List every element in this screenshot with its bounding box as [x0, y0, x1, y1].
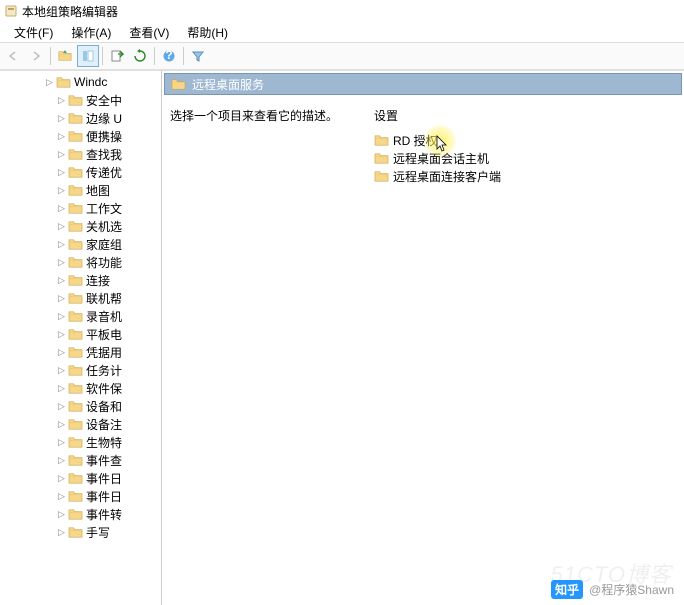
toolbar: ? [0, 42, 684, 70]
svg-text:?: ? [165, 49, 172, 62]
tree-node[interactable]: ▷事件转 [0, 505, 161, 523]
settings-item[interactable]: 远程桌面会话主机 [374, 150, 680, 167]
folder-icon [68, 130, 83, 143]
menubar: 文件(F) 操作(A) 查看(V) 帮助(H) [0, 22, 684, 42]
cursor-icon [436, 135, 450, 153]
tree-node[interactable]: ▷事件查 [0, 451, 161, 469]
settings-item[interactable]: 远程桌面连接客户端 [374, 168, 680, 185]
content-header: 远程桌面服务 [164, 73, 682, 95]
folder-icon [68, 526, 83, 539]
folder-icon [68, 274, 83, 287]
folder-icon [68, 382, 83, 395]
tree-node[interactable]: ▷平板电 [0, 325, 161, 343]
tree-node[interactable]: ▷设备注 [0, 415, 161, 433]
content-panel: 远程桌面服务 选择一个项目来查看它的描述。 设置 RD 授权远程桌面会话主机远程… [162, 71, 684, 605]
app-icon [4, 4, 18, 18]
folder-icon [68, 256, 83, 269]
tree-node[interactable]: ▷设备和 [0, 397, 161, 415]
folder-icon [68, 436, 83, 449]
tree-node[interactable]: ▷安全中 [0, 91, 161, 109]
tree-node[interactable]: ▷事件日 [0, 469, 161, 487]
tree-node[interactable]: ▷关机选 [0, 217, 161, 235]
description-text: 选择一个项目来查看它的描述。 [170, 107, 362, 124]
folder-icon [374, 170, 389, 183]
tree-panel[interactable]: ▷Windc ▷安全中▷边缘 U▷便携操▷查找我▷传递优▷地图▷工作文▷关机选▷… [0, 71, 162, 605]
menu-help[interactable]: 帮助(H) [179, 22, 236, 43]
tree-node[interactable]: ▷工作文 [0, 199, 161, 217]
tree-node[interactable]: ▷录音机 [0, 307, 161, 325]
author-name: @程序猿Shawn [589, 581, 674, 598]
tree-node[interactable]: ▷查找我 [0, 145, 161, 163]
folder-icon [68, 166, 83, 179]
folder-icon [68, 472, 83, 485]
folder-icon [68, 346, 83, 359]
folder-icon [68, 238, 83, 251]
folder-icon [374, 134, 389, 147]
settings-pane: 设置 RD 授权远程桌面会话主机远程桌面连接客户端 51CTO博客 [370, 97, 684, 605]
folder-icon [68, 328, 83, 341]
settings-item[interactable]: RD 授权 [374, 132, 680, 149]
folder-icon [68, 310, 83, 323]
tree-node[interactable]: ▷任务计 [0, 361, 161, 379]
settings-title: 设置 [374, 107, 680, 124]
tree-node[interactable]: ▷便携操 [0, 127, 161, 145]
tree-node[interactable]: ▷将功能 [0, 253, 161, 271]
tree-node[interactable]: ▷Windc [0, 73, 161, 91]
export-button[interactable] [106, 45, 128, 67]
folder-icon [68, 400, 83, 413]
tree-node[interactable]: ▷事件日 [0, 487, 161, 505]
menu-action[interactable]: 操作(A) [63, 22, 119, 43]
tree-node[interactable]: ▷边缘 U [0, 109, 161, 127]
folder-icon [68, 364, 83, 377]
tree-node[interactable]: ▷手写 [0, 523, 161, 541]
folder-icon [68, 202, 83, 215]
tree-node[interactable]: ▷软件保 [0, 379, 161, 397]
nav-back-button [2, 45, 24, 67]
folder-icon [56, 76, 71, 89]
titlebar: 本地组策略编辑器 [0, 0, 684, 22]
folder-icon [374, 152, 389, 165]
folder-icon [68, 220, 83, 233]
tree-node[interactable]: ▷地图 [0, 181, 161, 199]
description-pane: 选择一个项目来查看它的描述。 [162, 97, 370, 605]
up-button[interactable] [54, 45, 76, 67]
filter-button[interactable] [187, 45, 209, 67]
folder-icon [68, 184, 83, 197]
folder-icon [68, 418, 83, 431]
source-footer: 知乎 @程序猿Shawn [551, 580, 674, 599]
folder-icon [68, 454, 83, 467]
tree-node[interactable]: ▷连接 [0, 271, 161, 289]
folder-icon [68, 490, 83, 503]
menu-file[interactable]: 文件(F) [6, 22, 61, 43]
refresh-button[interactable] [129, 45, 151, 67]
folder-icon [68, 508, 83, 521]
folder-icon [68, 94, 83, 107]
folder-icon [68, 112, 83, 125]
help-button[interactable]: ? [158, 45, 180, 67]
header-title: 远程桌面服务 [192, 76, 264, 93]
folder-icon [171, 78, 186, 91]
folder-icon [68, 148, 83, 161]
show-hide-button[interactable] [77, 45, 99, 67]
tree-node[interactable]: ▷传递优 [0, 163, 161, 181]
menu-view[interactable]: 查看(V) [121, 22, 177, 43]
tree-node[interactable]: ▷联机帮 [0, 289, 161, 307]
tree-node[interactable]: ▷生物特 [0, 433, 161, 451]
nav-forward-button [25, 45, 47, 67]
zhihu-badge: 知乎 [551, 580, 583, 599]
tree-node[interactable]: ▷家庭组 [0, 235, 161, 253]
folder-icon [68, 292, 83, 305]
window-title: 本地组策略编辑器 [22, 3, 118, 20]
tree-node[interactable]: ▷凭据用 [0, 343, 161, 361]
